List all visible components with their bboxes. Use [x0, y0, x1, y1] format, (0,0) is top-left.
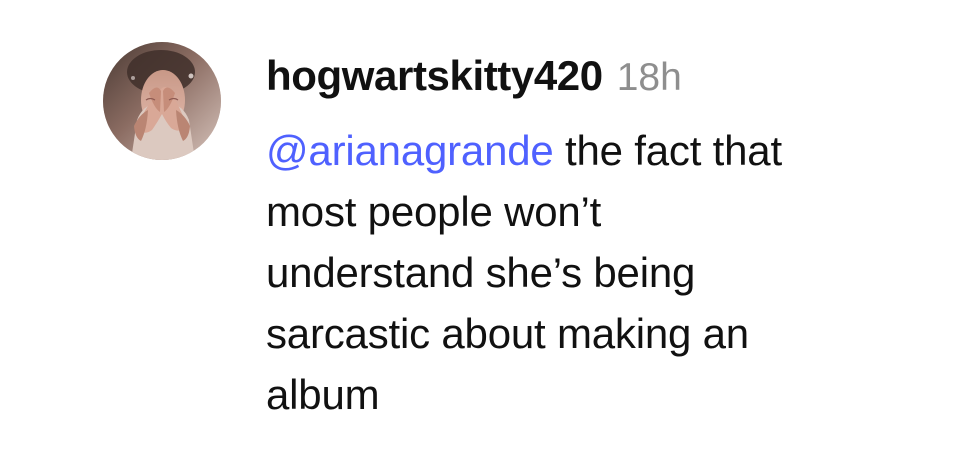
comment-line-5: album [266, 371, 380, 418]
comment-line-2: most people won’t [266, 188, 602, 235]
username[interactable]: hogwartskitty420 [266, 52, 603, 100]
comment-header: hogwartskitty420 18h [266, 52, 966, 108]
comment-item: hogwartskitty420 18h @arianagrande the f… [0, 0, 980, 460]
comment-line-1: @arianagrande the fact that [266, 120, 956, 181]
comment-line-4: sarcastic about making an [266, 310, 749, 357]
comment-text: @arianagrande the fact that most people … [266, 120, 956, 425]
avatar-image [103, 42, 221, 160]
comment-text-segment-1: the fact that [553, 127, 782, 174]
avatar[interactable] [103, 42, 221, 160]
comment-content: hogwartskitty420 18h @arianagrande the f… [266, 52, 966, 425]
comment-line-3: understand she’s being [266, 249, 696, 296]
mention-link[interactable]: @arianagrande [266, 127, 554, 174]
timestamp[interactable]: 18h [617, 56, 682, 100]
